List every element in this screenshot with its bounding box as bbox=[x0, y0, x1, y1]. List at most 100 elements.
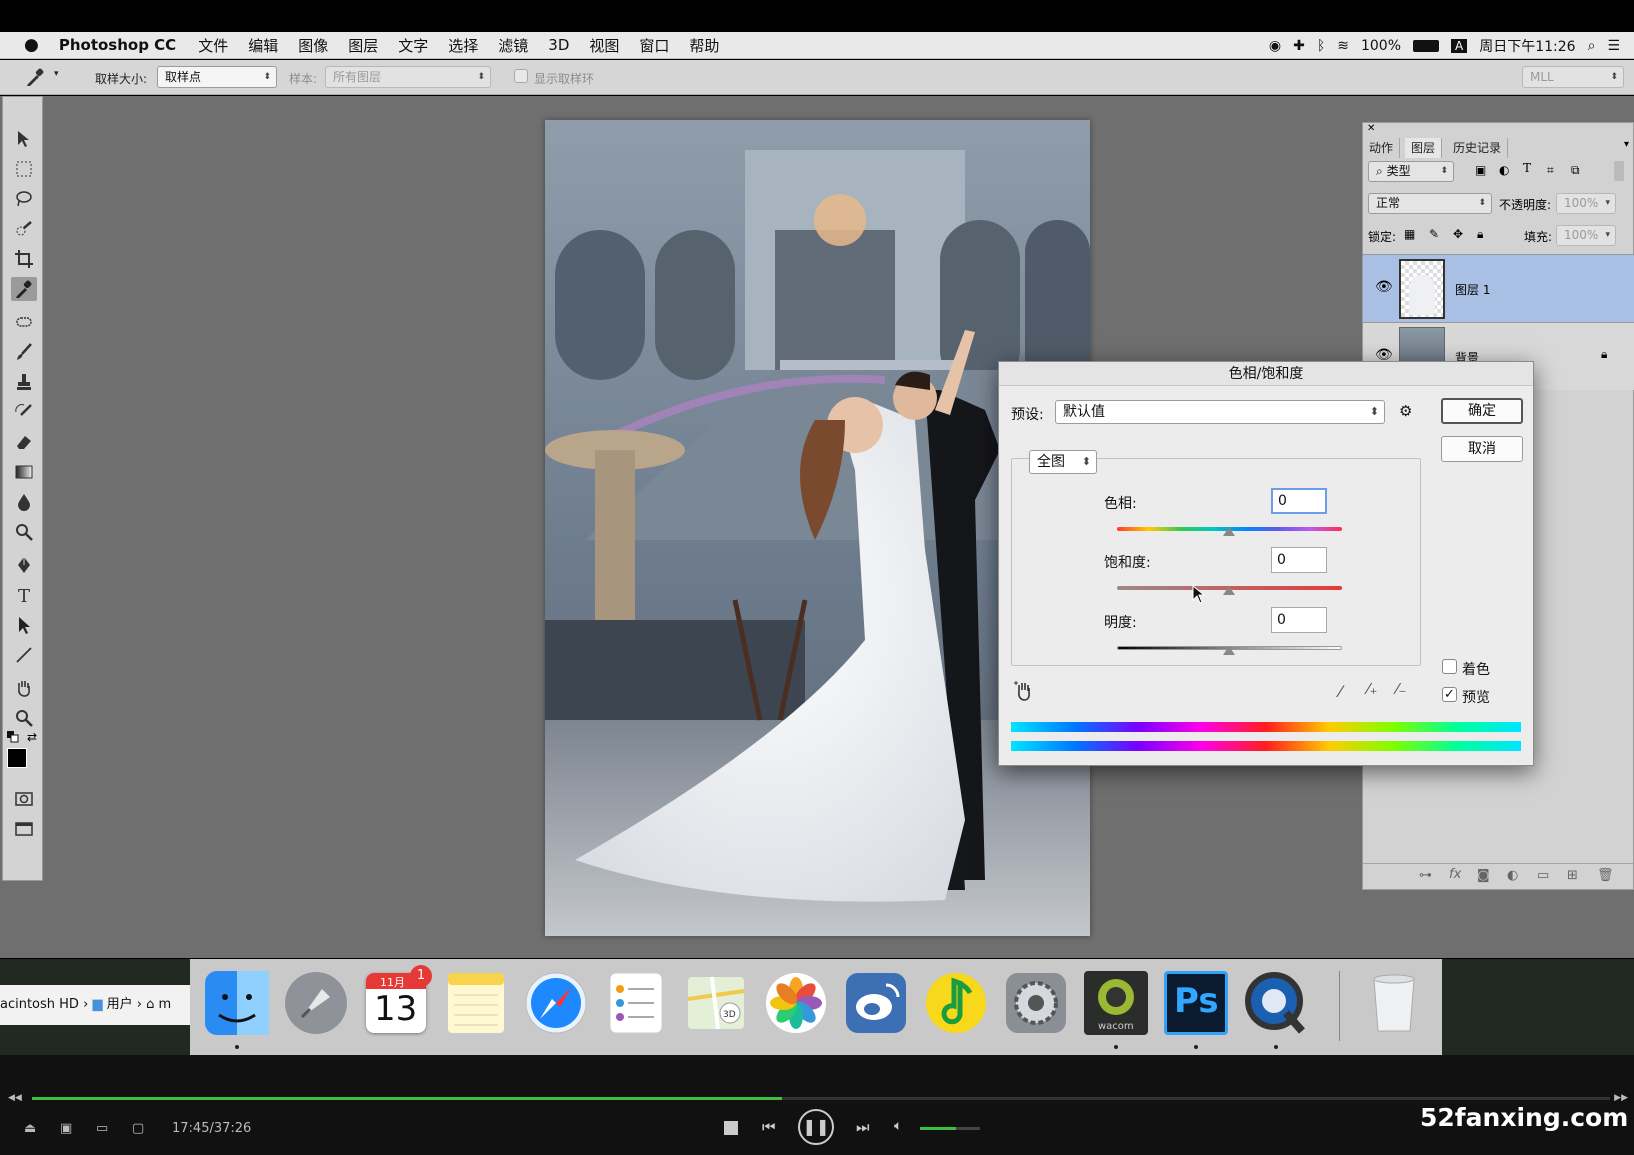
marquee-tool-icon[interactable] bbox=[11, 157, 37, 181]
menu-window[interactable]: 窗口 bbox=[639, 35, 669, 56]
previous-icon[interactable]: ⏮ bbox=[762, 1118, 776, 1136]
pause-button-icon[interactable]: ❚❚ bbox=[798, 1109, 834, 1145]
panel-menu-icon[interactable]: ▾ bbox=[1624, 139, 1629, 150]
lock-all-icon[interactable]: 🔒︎ bbox=[1477, 227, 1483, 242]
eject-icon[interactable]: ⏏ bbox=[24, 1121, 36, 1136]
safari-icon[interactable] bbox=[522, 969, 590, 1037]
move-tool-icon[interactable] bbox=[11, 127, 37, 151]
quicktime-icon[interactable] bbox=[1242, 969, 1310, 1037]
volume-icon[interactable]: 🔈︎ bbox=[894, 1118, 902, 1134]
filter-type-icon[interactable]: T bbox=[1523, 161, 1531, 175]
lock-position-icon[interactable]: ✥ bbox=[1453, 227, 1463, 241]
layer-row[interactable]: 👁︎ 图层 1 bbox=[1363, 254, 1634, 322]
quick-selection-tool-icon[interactable] bbox=[11, 217, 37, 241]
eyedropper-plus-icon[interactable]: ⁄₊ bbox=[1367, 680, 1377, 698]
photoshop-icon[interactable]: Ps bbox=[1162, 969, 1230, 1037]
tab-layers[interactable]: 图层 bbox=[1405, 138, 1443, 158]
notes-icon[interactable] bbox=[442, 969, 510, 1037]
blur-tool-icon[interactable] bbox=[11, 490, 37, 514]
link-layers-icon[interactable]: ⊶ bbox=[1419, 868, 1432, 883]
menu-filter[interactable]: 滤镜 bbox=[498, 35, 528, 56]
eyedropper-tool-icon[interactable] bbox=[24, 67, 46, 87]
preview-checkbox[interactable]: ✓ bbox=[1442, 687, 1457, 702]
fill-field[interactable]: 100% ▾ bbox=[1556, 225, 1616, 246]
path-selection-tool-icon[interactable] bbox=[11, 613, 37, 637]
hue-slider-thumb[interactable] bbox=[1223, 527, 1235, 536]
preset-options-gear-icon[interactable]: ⚙ bbox=[1399, 402, 1412, 420]
path-segment[interactable]: 用户 bbox=[107, 997, 133, 1012]
bluetooth-icon[interactable]: ᛒ bbox=[1317, 38, 1325, 54]
qq-music-icon[interactable] bbox=[922, 969, 990, 1037]
tab-history[interactable]: 历史记录 bbox=[1447, 138, 1509, 158]
stop-icon[interactable] bbox=[724, 1121, 738, 1135]
lock-transparent-icon[interactable]: ▦ bbox=[1404, 227, 1415, 241]
wifi-icon[interactable]: ≋ bbox=[1337, 38, 1349, 54]
layer-filter-select[interactable]: ⌕ 类型 ⬍ bbox=[1368, 161, 1454, 182]
rewind-edge-icon[interactable]: ◀◀ bbox=[8, 1093, 22, 1103]
calendar-icon[interactable]: 11月 13 1 bbox=[362, 965, 432, 1037]
new-layer-icon[interactable]: ⊞ bbox=[1567, 868, 1578, 883]
menu-type[interactable]: 文字 bbox=[398, 35, 428, 56]
menu-image[interactable]: 图像 bbox=[298, 35, 328, 56]
notification-center-icon[interactable]: ☰ bbox=[1607, 38, 1620, 54]
sample-select[interactable]: 所有图层 ⬍ bbox=[325, 66, 491, 88]
menu-file[interactable]: 文件 bbox=[198, 35, 228, 56]
menu-view[interactable]: 视图 bbox=[589, 35, 619, 56]
record-icon[interactable]: ◉ bbox=[1269, 38, 1281, 54]
channel-select[interactable]: 全图 ⬍ bbox=[1029, 450, 1097, 474]
hue-input[interactable]: 0 bbox=[1271, 488, 1327, 514]
spot-healing-tool-icon[interactable] bbox=[11, 310, 37, 334]
eyedropper-tool-icon[interactable] bbox=[11, 277, 37, 301]
targeted-adjustment-hand-icon[interactable] bbox=[1013, 680, 1035, 702]
filter-adjustment-icon[interactable]: ◐ bbox=[1499, 163, 1509, 177]
swap-colors-icon[interactable]: ⇄ bbox=[27, 730, 37, 744]
default-colors-icon[interactable] bbox=[7, 731, 19, 743]
path-segment[interactable]: m bbox=[158, 997, 171, 1012]
photos-icon[interactable] bbox=[762, 969, 830, 1037]
visibility-eye-icon[interactable]: 👁︎ bbox=[1375, 279, 1393, 295]
maps-icon[interactable]: 3D bbox=[682, 969, 750, 1037]
colorize-checkbox[interactable] bbox=[1442, 659, 1457, 674]
delete-layer-icon[interactable]: 🗑︎ bbox=[1597, 868, 1614, 883]
menubar-clock[interactable]: 周日下午11:26 bbox=[1479, 36, 1575, 56]
menu-3d[interactable]: 3D bbox=[548, 36, 569, 54]
new-group-icon[interactable]: ▭ bbox=[1537, 868, 1549, 883]
lock-pixels-icon[interactable]: ✎ bbox=[1429, 227, 1439, 241]
menu-select[interactable]: 选择 bbox=[448, 35, 478, 56]
eraser-tool-icon[interactable] bbox=[11, 430, 37, 454]
lightness-input[interactable]: 0 bbox=[1271, 607, 1327, 633]
layer-style-icon[interactable]: fx bbox=[1449, 867, 1461, 882]
saturation-input[interactable]: 0 bbox=[1271, 547, 1327, 573]
workspace-select[interactable]: MLL ⬍ bbox=[1522, 66, 1624, 88]
zoom-tool-icon[interactable] bbox=[11, 706, 37, 730]
next-icon[interactable]: ⏭ bbox=[856, 1118, 870, 1136]
trash-icon[interactable] bbox=[1360, 969, 1428, 1037]
tool-preset-arrow-icon[interactable]: ▾ bbox=[54, 69, 59, 79]
path-segment[interactable]: acintosh HD bbox=[0, 997, 79, 1012]
launchpad-icon[interactable] bbox=[282, 969, 350, 1037]
crop-tool-icon[interactable] bbox=[11, 247, 37, 271]
input-method-icon[interactable]: A bbox=[1451, 38, 1468, 53]
compass-icon[interactable]: ✚ bbox=[1293, 38, 1305, 54]
lightness-slider-thumb[interactable] bbox=[1223, 646, 1235, 655]
filter-smart-object-icon[interactable]: ⧉ bbox=[1571, 163, 1580, 178]
eyedropper-icon[interactable]: ⁄ bbox=[1339, 682, 1342, 701]
saturation-slider-thumb[interactable] bbox=[1223, 586, 1235, 595]
filter-shape-icon[interactable]: ⌗ bbox=[1547, 163, 1554, 178]
panel-close-icon[interactable]: ✕ bbox=[1367, 123, 1375, 134]
ok-button[interactable]: 确定 bbox=[1441, 398, 1523, 424]
blend-mode-select[interactable]: 正常 ⬍ bbox=[1368, 193, 1492, 214]
history-brush-tool-icon[interactable] bbox=[11, 400, 37, 424]
brush-tool-icon[interactable] bbox=[11, 340, 37, 364]
spotlight-icon[interactable]: ⌕ bbox=[1588, 38, 1596, 54]
menu-edit[interactable]: 编辑 bbox=[248, 35, 278, 56]
wacom-icon[interactable]: wacom bbox=[1082, 969, 1150, 1037]
filter-pixel-icon[interactable]: ▣ bbox=[1475, 163, 1486, 177]
menu-layer[interactable]: 图层 bbox=[348, 35, 378, 56]
airplay-icon[interactable]: ▭ bbox=[96, 1121, 108, 1136]
filter-toggle-icon[interactable] bbox=[1614, 161, 1624, 181]
clone-stamp-tool-icon[interactable] bbox=[11, 370, 37, 394]
menu-app-name[interactable]: Photoshop CC bbox=[59, 36, 176, 54]
lasso-tool-icon[interactable] bbox=[11, 187, 37, 211]
finder-icon[interactable] bbox=[203, 969, 271, 1037]
